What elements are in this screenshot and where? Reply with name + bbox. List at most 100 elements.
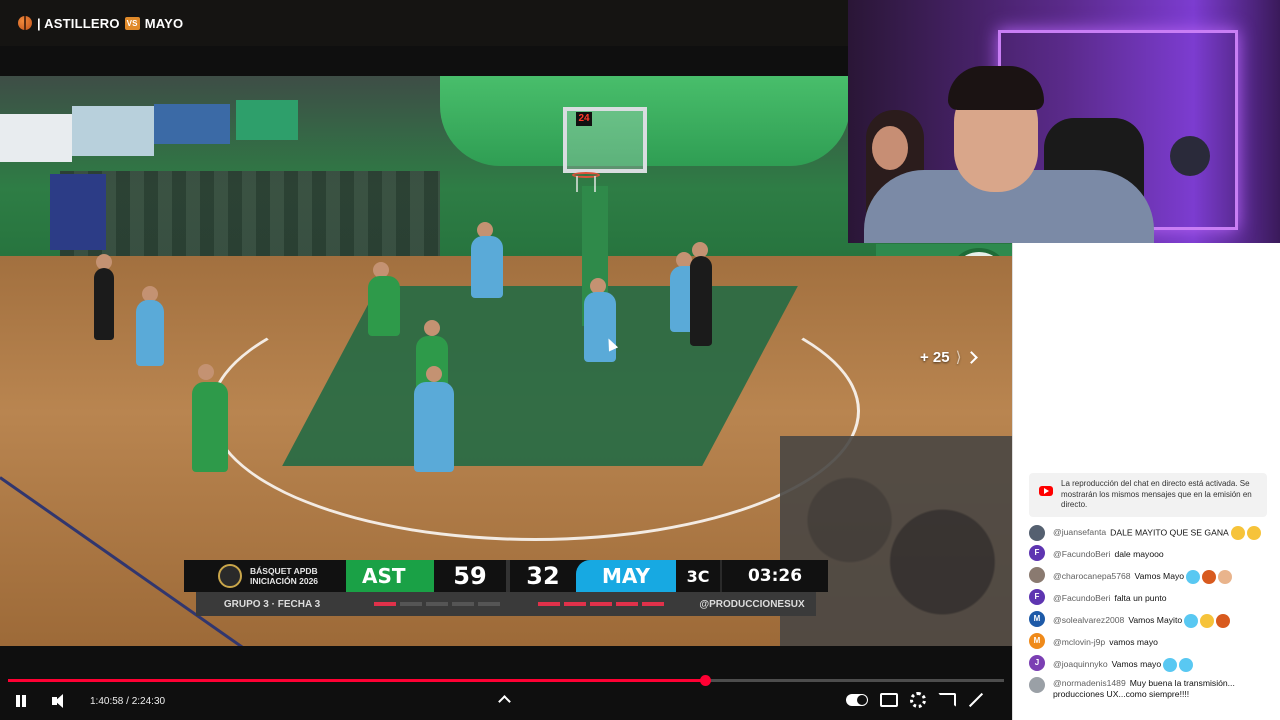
sponsor-banner	[154, 104, 230, 144]
producer-handle: @PRODUCCIONESUX	[699, 598, 805, 610]
cast-icon[interactable]	[938, 693, 956, 707]
player-green	[368, 276, 400, 336]
sponsor-banner	[72, 106, 154, 156]
emoji-icon	[1163, 657, 1178, 672]
emoji-icon	[1184, 613, 1199, 628]
basketball-icon	[18, 16, 32, 30]
foul-indicator	[564, 602, 586, 606]
chat-message: J @joaquinnyko Vamos mayo	[1029, 655, 1273, 673]
game-clock: 03:26	[720, 560, 828, 592]
chat-text: falta un punto	[1114, 593, 1167, 603]
minimize-icon[interactable]	[968, 692, 984, 708]
player-head	[198, 364, 214, 380]
duration: 2:24:30	[131, 695, 166, 707]
chat-message: F @FacundoBeri dale mayooo	[1029, 545, 1273, 563]
foul-indicator	[478, 602, 500, 606]
subtitles-icon[interactable]	[880, 693, 898, 707]
chat-text: DALE MAYITO QUE SE GANA	[1110, 527, 1229, 538]
period: 3C	[686, 566, 710, 586]
chat-messages: @juansefanta DALE MAYITO QUE SE GANA F @Fac…	[1029, 525, 1273, 704]
chevron-up-icon[interactable]	[498, 695, 511, 708]
avatar[interactable]: J	[1029, 655, 1045, 671]
chat-message: M @mclovin-j9p vamos mayo	[1029, 633, 1273, 651]
foul-indicator	[616, 602, 638, 606]
scoreboard: BÁSQUET APDB INICIACIÓN 2026 AST 59 32 M…	[184, 560, 828, 616]
controls-left: 1:40:58 / 2:24:30	[10, 690, 165, 712]
vs-badge: VS	[124, 16, 140, 30]
pause-icon[interactable]	[10, 690, 30, 712]
emoji-icon	[1216, 613, 1231, 628]
avatar[interactable]: F	[1029, 589, 1045, 605]
chat-author[interactable]: @joaquinnyko	[1053, 659, 1108, 669]
emoji-icon	[1230, 526, 1245, 540]
avatar[interactable]: M	[1029, 611, 1045, 627]
referee	[94, 268, 114, 340]
progress-bar[interactable]	[8, 675, 1004, 686]
more-videos-label: + 25	[920, 348, 950, 366]
youtube-icon	[1039, 486, 1053, 496]
chat-message: F @FacundoBeri falta un punto	[1029, 589, 1273, 607]
controls-right	[846, 692, 984, 708]
chat-replay-notice-text: La reproducción del chat en directo está…	[1061, 479, 1252, 509]
chat-message-body: @charocanepa5768 Vamos Mayo	[1053, 567, 1233, 585]
stream-title: | ASTILLERO VS MAYO	[18, 16, 183, 31]
time-display: 1:40:58 / 2:24:30	[90, 696, 165, 707]
referee	[690, 256, 712, 346]
autoplay-toggle[interactable]	[846, 694, 868, 706]
volume-icon[interactable]	[48, 690, 72, 712]
player-head	[424, 320, 440, 336]
chat-author[interactable]: @solealvarez2008	[1053, 615, 1124, 625]
foul-indicator	[452, 602, 474, 606]
player-blue	[136, 300, 164, 366]
player-blue	[414, 382, 454, 472]
avatar[interactable]: F	[1029, 545, 1045, 561]
chat-author[interactable]: @FacundoBeri	[1053, 549, 1110, 559]
chat-text: Vamos mayo	[1111, 659, 1162, 669]
chevron-right-icon	[965, 350, 979, 364]
progress-played	[8, 679, 706, 682]
chat-text: Vamos Mayito	[1128, 615, 1183, 625]
avatar[interactable]	[1029, 567, 1045, 583]
league-logo-icon	[218, 564, 242, 588]
chat-message-body: @FacundoBeri falta un punto	[1053, 589, 1167, 607]
current-time: 1:40:58	[90, 695, 124, 707]
chat-text: vamos mayo	[1109, 637, 1158, 647]
foul-indicator	[374, 602, 396, 606]
chat-message-body: @FacundoBeri dale mayooo	[1053, 545, 1164, 563]
league-line2: INICIACIÓN 2026	[250, 576, 319, 586]
chat-message: @normadenis1489 Muy buena la transmisión.…	[1029, 677, 1273, 700]
avatar[interactable]: M	[1029, 633, 1045, 649]
chat-author[interactable]: @mclovin-j9p	[1053, 637, 1105, 647]
chat-message: @charocanepa5768 Vamos Mayo	[1029, 567, 1273, 585]
chat-message: @juansefanta DALE MAYITO QUE SE GANA	[1029, 525, 1273, 541]
more-videos-separator: ⟩	[955, 349, 962, 366]
more-videos-button[interactable]: + 25 ⟩	[920, 348, 979, 366]
progress-scrubber[interactable]	[700, 675, 712, 686]
avatar[interactable]	[1029, 525, 1045, 541]
emoji-icon	[1186, 569, 1201, 584]
chat-message-body: @solealvarez2008 Vamos Mayito	[1053, 611, 1231, 629]
chat-message-body: @mclovin-j9p vamos mayo	[1053, 633, 1158, 651]
chat-message: M @solealvarez2008 Vamos Mayito	[1029, 611, 1273, 629]
emoji-icon	[1246, 526, 1261, 540]
stream-title-bar: | ASTILLERO VS MAYO	[0, 0, 848, 46]
player-controls: 1:40:58 / 2:24:30	[0, 646, 1012, 720]
scoreboard-bottom: GRUPO 3 · FECHA 3 @PRODUCCIONESUX	[196, 592, 816, 616]
emoji-icon	[1202, 569, 1217, 584]
home-fouls	[374, 602, 528, 606]
live-chat-replay: La reproducción del chat en directo está…	[1012, 243, 1280, 720]
chat-author[interactable]: @charocanepa5768	[1053, 571, 1131, 581]
home-score: 59	[453, 562, 487, 590]
sponsor-sign	[50, 174, 106, 250]
scoreboard-top: BÁSQUET APDB INICIACIÓN 2026 AST 59 32 M…	[184, 560, 828, 592]
stream-title-right: MAYO	[144, 15, 184, 31]
emoji-icon	[1179, 657, 1194, 672]
chat-author[interactable]: @juansefanta	[1053, 527, 1106, 537]
chat-author[interactable]: @normadenis1489	[1053, 678, 1126, 688]
chat-text: Vamos Mayo	[1134, 571, 1185, 581]
chat-author[interactable]: @FacundoBeri	[1053, 593, 1110, 603]
group-round: GRUPO 3 · FECHA 3	[223, 598, 321, 610]
avatar[interactable]	[1029, 677, 1045, 693]
gear-icon[interactable]	[910, 692, 926, 708]
hoop-net	[576, 176, 596, 192]
